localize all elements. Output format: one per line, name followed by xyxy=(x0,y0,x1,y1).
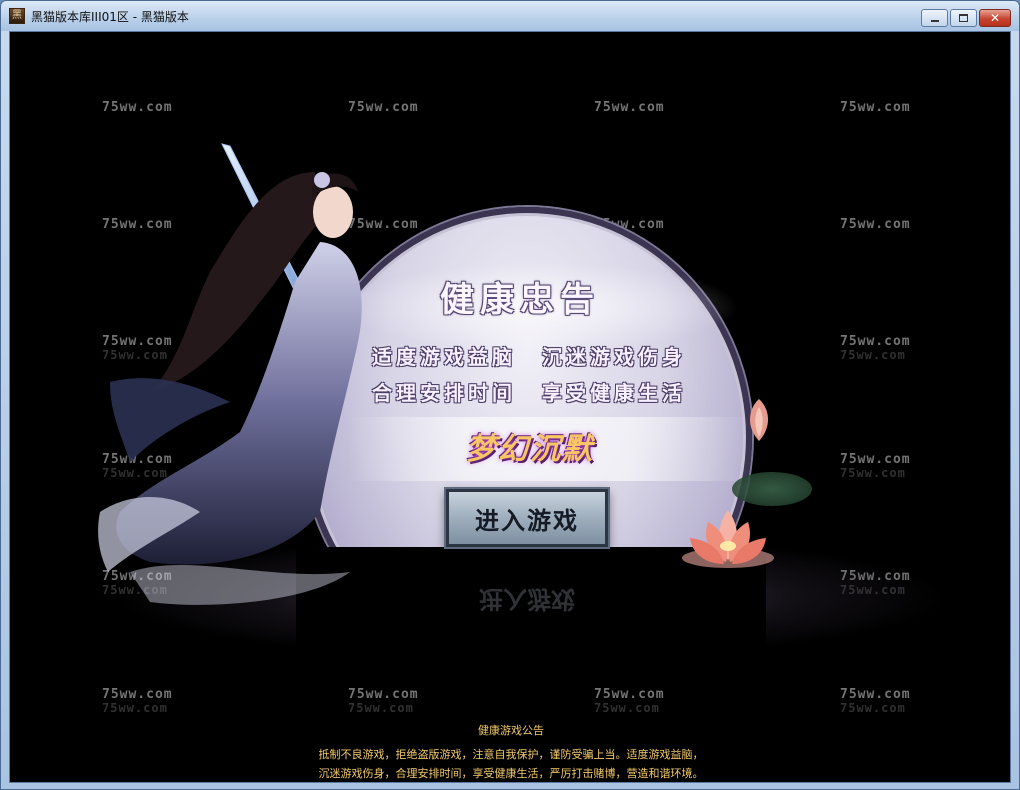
game-logo: 梦幻沉默 xyxy=(430,412,630,480)
enter-game-reflection: 进入游戏 xyxy=(446,577,608,627)
watermark-shadow-text: 75ww.com xyxy=(840,348,906,362)
maximize-icon xyxy=(959,14,968,22)
notice-line-2: 沉迷游戏伤身，合理安排时间，享受健康生活，严厉打击赌博，营造和谐环境。 xyxy=(318,767,704,780)
advice-line-1-right: 沉迷游戏伤身 xyxy=(542,345,686,369)
window-title: 黑猫版本库III01区 - 黑猫版本 xyxy=(31,9,189,24)
minimize-icon xyxy=(930,20,939,22)
watermark-text: 75ww.com xyxy=(840,100,911,115)
minimize-button[interactable] xyxy=(921,9,948,27)
watermark-shadow-text: 75ww.com xyxy=(840,466,906,480)
close-button[interactable]: ✕ xyxy=(979,9,1011,27)
watermark-text: 75ww.com xyxy=(348,687,419,702)
watermark-text: 75ww.com xyxy=(594,100,665,115)
title-bar[interactable]: 黑 黑猫版本库III01区 - 黑猫版本 ✕ xyxy=(1,1,1019,31)
reflection-label: 进入游戏 xyxy=(479,585,575,615)
watermark-text: 75ww.com xyxy=(594,687,665,702)
watermark-shadow-text: 75ww.com xyxy=(594,701,660,715)
maximize-button[interactable] xyxy=(950,9,977,27)
watermark-text: 75ww.com xyxy=(102,687,173,702)
watermark-text: 75ww.com xyxy=(348,100,419,115)
game-launcher-area: 75ww.com 75ww.com 75ww.com 75ww.com 75ww.com… xyxy=(9,31,1011,783)
health-heading: 健康忠告 xyxy=(440,280,600,320)
watermark-shadow-text: 75ww.com xyxy=(840,701,906,715)
advice-line-2-right: 享受健康生活 xyxy=(542,381,686,405)
watermark-text: 75ww.com xyxy=(840,687,911,702)
heroine-illustration xyxy=(98,143,362,605)
watermark-shadow-text: 75ww.com xyxy=(102,701,168,715)
advice-line-1-left: 适度游戏益脑 xyxy=(372,345,516,369)
watermark-text: 75ww.com xyxy=(840,452,911,467)
close-icon: ✕ xyxy=(989,11,1001,25)
notice-line-1: 抵制不良游戏，拒绝盗版游戏，注意自我保护，谨防受骗上当。适度游戏益脑， xyxy=(318,748,704,761)
watermark-text: 75ww.com xyxy=(840,334,911,349)
application-window: 黑 黑猫版本库III01区 - 黑猫版本 ✕ 75ww.com 75ww.com 7… xyxy=(0,0,1020,790)
enter-game-label: 进入游戏 xyxy=(475,505,579,535)
app-icon: 黑 xyxy=(9,8,25,24)
watermark-text: 75ww.com xyxy=(102,100,173,115)
lotus-flower-icon xyxy=(682,510,774,568)
watermark-text: 75ww.com xyxy=(840,217,911,232)
lotus-bud-icon xyxy=(749,399,769,441)
notice-title: 健康游戏公告 xyxy=(478,724,544,737)
window-controls: ✕ xyxy=(921,9,1011,27)
enter-game-button[interactable]: 进入游戏 xyxy=(446,489,608,547)
game-logo-text: 梦幻沉默 xyxy=(466,432,594,467)
advice-line-2-left: 合理安排时间 xyxy=(372,381,516,405)
launcher-scene: 75ww.com 75ww.com 75ww.com 75ww.com 75ww.com… xyxy=(10,32,1010,782)
watermark-shadow-text: 75ww.com xyxy=(348,701,414,715)
